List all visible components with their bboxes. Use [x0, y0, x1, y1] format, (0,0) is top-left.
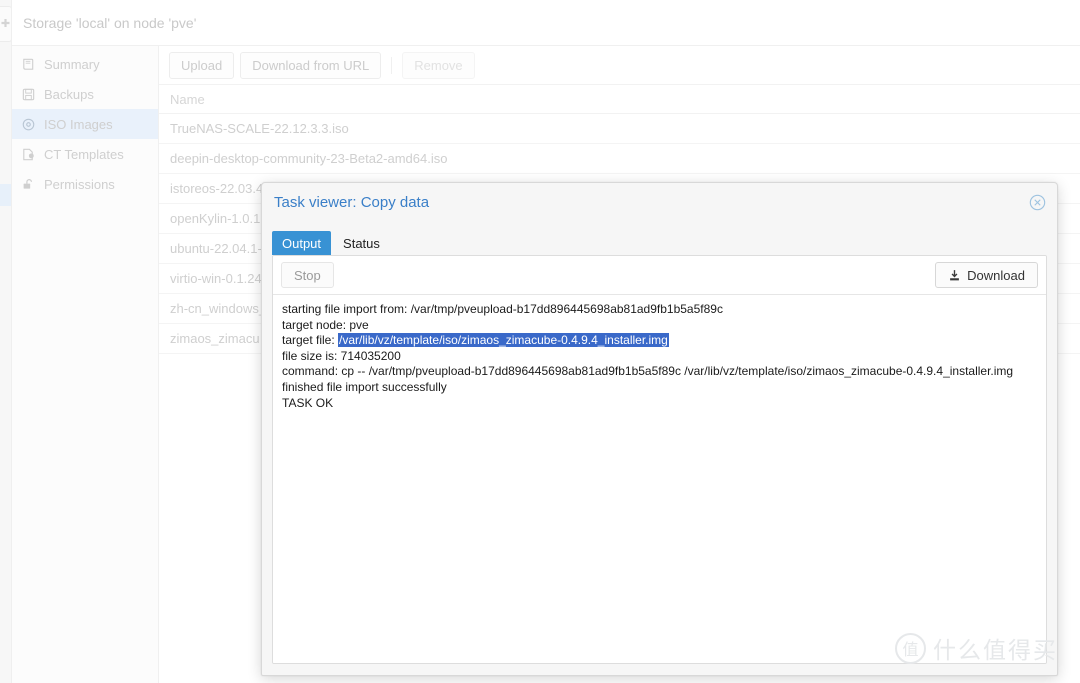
collapse-handle-icon: ✚ [0, 17, 11, 30]
sidebar-item-label: ISO Images [44, 116, 113, 132]
stop-button[interactable]: Stop [281, 262, 334, 288]
template-icon [20, 146, 36, 162]
book-icon [20, 56, 36, 72]
dialog-title: Task viewer: Copy data [274, 193, 430, 211]
column-header-name: Name [170, 91, 205, 107]
log-line: finished file import successfully [282, 379, 447, 394]
log-line: starting file import from: /var/tmp/pveu… [282, 302, 723, 316]
table-row[interactable]: deepin-desktop-community-23-Beta2-amd64.… [159, 144, 1080, 174]
table-row[interactable]: TrueNAS-SCALE-22.12.3.3.iso [159, 114, 1080, 144]
file-name: openKylin-1.0.1 [170, 211, 261, 226]
panel-toolbar: Stop Download [273, 256, 1046, 295]
file-name: TrueNAS-SCALE-22.12.3.3.iso [170, 121, 349, 136]
sidebar-item-ct-templates[interactable]: CT Templates [12, 139, 158, 169]
log-line-task-status: TASK OK [282, 395, 334, 410]
file-name: zh-cn_windows_ [170, 301, 267, 316]
log-line: target node: pve [282, 317, 369, 332]
log-line: file size is: 714035200 [282, 348, 401, 363]
sidebar: Summary Backups ISO Images CT Templates … [12, 46, 159, 683]
file-name: deepin-desktop-community-23-Beta2-amd64.… [170, 151, 448, 166]
grid-header: Name [159, 85, 1080, 114]
download-log-label: Download [967, 267, 1025, 283]
close-circle-icon[interactable] [1029, 194, 1046, 211]
download-icon [950, 269, 960, 280]
sidebar-item-label: Summary [44, 56, 100, 72]
download-log-button[interactable]: Download [935, 262, 1038, 288]
toolbar-divider [391, 56, 393, 74]
sidebar-item-label: CT Templates [44, 146, 124, 162]
upload-button[interactable]: Upload [169, 51, 235, 79]
sidebar-item-permissions[interactable]: Permissions [12, 169, 158, 199]
file-name: ubuntu-22.04.1- [170, 241, 262, 256]
rail-active-indicator [0, 184, 11, 206]
dialog-tabs: Output Status [262, 221, 1057, 255]
sidebar-item-backups[interactable]: Backups [12, 79, 158, 109]
disc-icon [20, 116, 36, 132]
task-viewer-dialog: Task viewer: Copy data Output Status Sto… [261, 182, 1058, 676]
dialog-header: Task viewer: Copy data [262, 183, 1057, 221]
remove-button[interactable]: Remove [402, 51, 475, 79]
tab-status[interactable]: Status [333, 231, 390, 255]
log-selected-text: /var/lib/vz/template/iso/zimaos_zimacube… [338, 333, 669, 348]
file-name: virtio-win-0.1.24 [170, 271, 262, 286]
app-root: ✚ Storage 'local' on node 'pve' Summary [0, 0, 1080, 683]
content-toolbar: Upload Download from URL Remove [159, 46, 1080, 85]
unlock-icon [20, 176, 36, 192]
page-title: Storage 'local' on node 'pve' [12, 0, 1080, 46]
sidebar-item-label: Permissions [44, 176, 115, 192]
output-panel: Stop Download starting file import from:… [272, 255, 1047, 664]
sidebar-item-label: Backups [44, 86, 94, 102]
file-name: zimaos_zimacu [170, 331, 260, 346]
sidebar-item-iso-images[interactable]: ISO Images [12, 109, 158, 139]
log-line-target-file: target file: /var/lib/vz/template/iso/zi… [282, 333, 1037, 349]
task-log[interactable]: starting file import from: /var/tmp/pveu… [273, 295, 1046, 663]
log-line: command: cp -- /var/tmp/pveupload-b17dd8… [282, 364, 1014, 379]
log-line-prefix: target file: [282, 333, 339, 348]
floppy-icon [20, 86, 36, 102]
download-from-url-button[interactable]: Download from URL [240, 51, 382, 79]
sidebar-item-summary[interactable]: Summary [12, 49, 158, 79]
tab-output[interactable]: Output [272, 231, 332, 255]
